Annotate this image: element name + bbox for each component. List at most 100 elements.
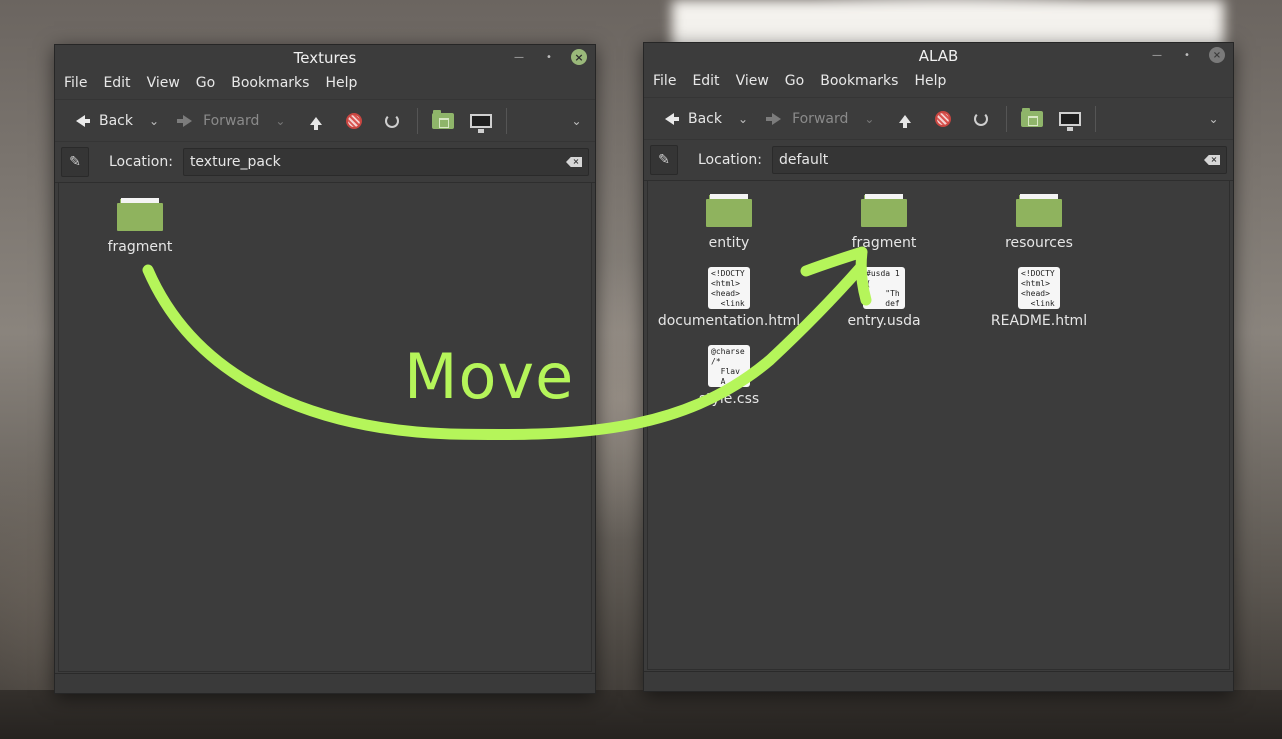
toolbar-separator: [1095, 105, 1097, 132]
location-input[interactable]: default ×: [771, 146, 1227, 174]
back-button[interactable]: Back ⌄: [658, 104, 748, 134]
item-label: style.css: [698, 391, 760, 407]
menu-view[interactable]: View: [147, 75, 180, 91]
up-arrow-icon[interactable]: [305, 110, 327, 132]
back-button[interactable]: Back ⌄: [69, 106, 159, 136]
back-label: Back: [99, 112, 133, 129]
minimize-icon[interactable]: —: [1149, 47, 1165, 63]
menu-file[interactable]: File: [653, 73, 676, 89]
menubar: File Edit View Go Bookmarks Help: [55, 71, 595, 95]
forward-button[interactable]: Forward ⌄: [762, 104, 874, 134]
item-label: README.html: [990, 313, 1088, 329]
file-view[interactable]: fragment: [58, 182, 592, 672]
computer-icon[interactable]: [1059, 108, 1082, 131]
location-bar: ✎ Location: texture_pack ×: [55, 141, 595, 183]
folder-item-entity[interactable]: entity: [654, 193, 804, 251]
folder-item-resources[interactable]: resources: [964, 193, 1114, 251]
item-label: documentation.html: [657, 313, 801, 329]
forward-arrow-icon: [173, 110, 195, 132]
item-label: resources: [1005, 235, 1073, 251]
maximize-icon[interactable]: •: [541, 49, 557, 65]
chevron-down-icon[interactable]: ⌄: [864, 112, 874, 126]
toggle-location-pencil-icon[interactable]: ✎: [650, 145, 678, 175]
reload-icon[interactable]: [381, 110, 403, 132]
item-label: fragment: [851, 235, 917, 251]
folder-icon: [1016, 193, 1062, 227]
menu-view[interactable]: View: [736, 73, 769, 89]
stop-icon[interactable]: [343, 110, 365, 132]
location-input[interactable]: texture_pack ×: [182, 148, 589, 176]
html-file-icon: <!DOCTY <html> <head> <link: [708, 267, 750, 309]
window-title: Textures: [293, 49, 357, 67]
forward-label: Forward: [203, 112, 260, 129]
chevron-down-icon[interactable]: ⌄: [149, 114, 159, 128]
stop-icon[interactable]: [932, 108, 954, 130]
css-file-icon: @charse /* Flav A: [708, 345, 750, 387]
close-icon[interactable]: ×: [571, 49, 587, 65]
toolbar-overflow-chevron-icon[interactable]: ⌄: [1208, 112, 1218, 126]
location-label: Location:: [109, 154, 173, 170]
menu-bookmarks[interactable]: Bookmarks: [231, 75, 309, 91]
close-icon[interactable]: ×: [1209, 47, 1225, 63]
folder-icon: [117, 197, 163, 231]
clear-icon[interactable]: ×: [1204, 155, 1220, 165]
location-value: default: [778, 152, 829, 168]
file-manager-window-alab: ALAB — • × File Edit View Go Bookmarks H…: [643, 42, 1234, 692]
home-folder-icon[interactable]: [432, 109, 455, 132]
menu-bookmarks[interactable]: Bookmarks: [820, 73, 898, 89]
window-titlebar[interactable]: Textures — • ×: [55, 45, 595, 71]
forward-button[interactable]: Forward ⌄: [173, 106, 285, 136]
menu-edit[interactable]: Edit: [692, 73, 719, 89]
window-title: ALAB: [918, 47, 959, 65]
window-controls: — • ×: [511, 49, 587, 65]
toolbar: Back ⌄ Forward ⌄ ⌄: [55, 99, 595, 141]
menu-edit[interactable]: Edit: [103, 75, 130, 91]
chevron-down-icon[interactable]: ⌄: [738, 112, 748, 126]
item-label: entry.usda: [847, 313, 921, 329]
file-item-documentation-html[interactable]: <!DOCTY <html> <head> <link documentatio…: [654, 267, 804, 329]
location-value: texture_pack: [189, 154, 281, 170]
file-item-readme-html[interactable]: <!DOCTY <html> <head> <link README.html: [964, 267, 1114, 329]
menu-go[interactable]: Go: [785, 73, 804, 89]
file-view[interactable]: entity fragment resources <!DOCTY <html>…: [647, 180, 1230, 670]
folder-item-fragment[interactable]: fragment: [65, 197, 215, 255]
status-bar: [644, 671, 1233, 691]
minimize-icon[interactable]: —: [511, 49, 527, 65]
toolbar-overflow-chevron-icon[interactable]: ⌄: [571, 114, 581, 128]
forward-label: Forward: [792, 110, 849, 127]
item-label: fragment: [107, 239, 173, 255]
html-file-icon: <!DOCTY <html> <head> <link: [1018, 267, 1060, 309]
clear-icon[interactable]: ×: [566, 157, 582, 167]
menu-go[interactable]: Go: [196, 75, 215, 91]
computer-icon[interactable]: [470, 110, 493, 133]
status-bar: [55, 673, 595, 693]
home-folder-icon[interactable]: [1021, 107, 1044, 130]
chevron-down-icon[interactable]: ⌄: [275, 114, 285, 128]
menu-help[interactable]: Help: [914, 73, 946, 89]
back-label: Back: [688, 110, 722, 127]
location-bar: ✎ Location: default ×: [644, 139, 1233, 181]
window-controls: — • ×: [1149, 47, 1225, 63]
up-arrow-icon[interactable]: [894, 108, 916, 130]
toolbar-separator: [506, 107, 508, 134]
menubar: File Edit View Go Bookmarks Help: [644, 69, 1233, 93]
file-item-style-css[interactable]: @charse /* Flav A style.css: [654, 345, 804, 407]
menu-help[interactable]: Help: [325, 75, 357, 91]
folder-icon: [861, 193, 907, 227]
toggle-location-pencil-icon[interactable]: ✎: [61, 147, 89, 177]
back-arrow-icon: [69, 110, 91, 132]
maximize-icon[interactable]: •: [1179, 47, 1195, 63]
folder-icon: [706, 193, 752, 227]
forward-arrow-icon: [762, 108, 784, 130]
reload-icon[interactable]: [970, 108, 992, 130]
location-label: Location:: [698, 152, 762, 168]
toolbar-separator: [417, 107, 419, 134]
window-titlebar[interactable]: ALAB — • ×: [644, 43, 1233, 69]
folder-item-fragment[interactable]: fragment: [809, 193, 959, 251]
item-label: entity: [708, 235, 750, 251]
file-item-entry-usda[interactable]: #usda 1 ( "Th def entry.usda: [809, 267, 959, 329]
move-annotation-label: Move: [404, 340, 575, 413]
menu-file[interactable]: File: [64, 75, 87, 91]
back-arrow-icon: [658, 108, 680, 130]
toolbar: Back ⌄ Forward ⌄ ⌄: [644, 97, 1233, 139]
